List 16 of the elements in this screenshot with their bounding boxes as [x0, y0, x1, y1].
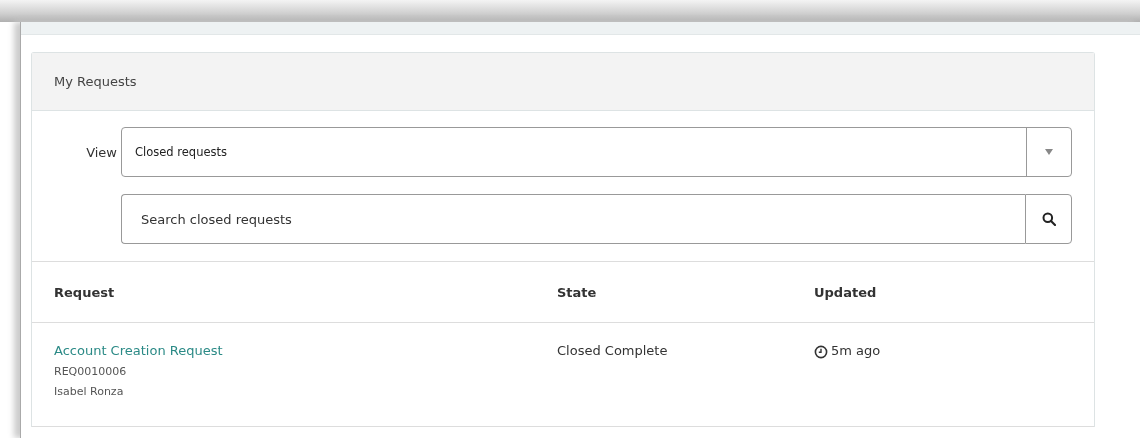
- column-header: Updated: [814, 284, 878, 300]
- column-header: Request: [54, 284, 116, 300]
- clock-icon: [814, 345, 828, 359]
- caret-icon: [1045, 149, 1053, 155]
- search-icon: [1041, 212, 1056, 226]
- view-select[interactable]: Closed requests: [121, 127, 1072, 177]
- updated-time: 5m ago: [831, 343, 881, 358]
- request-link[interactable]: Account Creation Request: [54, 343, 223, 358]
- search-button[interactable]: [1025, 194, 1072, 244]
- view-label: View: [85, 144, 118, 160]
- column-header: State: [557, 284, 598, 300]
- state-cell-text: Closed Complete: [557, 343, 669, 358]
- search-field[interactable]: Search closed requests: [121, 194, 1025, 244]
- request-number: REQ0010006: [54, 365, 128, 378]
- requester-name: Isabel Ronza: [54, 385, 125, 398]
- panel-title: My Requests: [54, 74, 137, 89]
